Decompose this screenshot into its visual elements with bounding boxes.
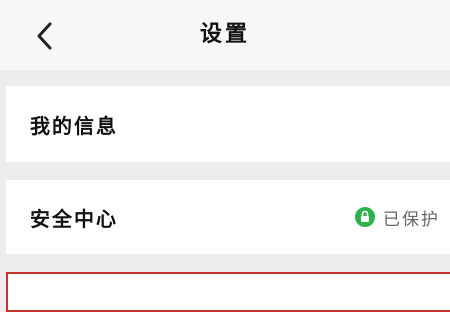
top-bar: 设置 xyxy=(0,0,450,70)
status-text: 已保护 xyxy=(383,209,440,230)
settings-item-security-center[interactable]: 安全中心 已保护 xyxy=(6,180,450,254)
settings-item-label: 我的信息 xyxy=(30,113,118,138)
settings-item-label: 安全中心 xyxy=(30,206,118,231)
settings-item-my-info[interactable]: 我的信息 xyxy=(6,86,450,162)
settings-item-highlighted[interactable] xyxy=(6,272,450,312)
security-status: 已保护 xyxy=(355,180,440,254)
page-title: 设置 xyxy=(199,22,250,47)
lock-icon xyxy=(355,207,375,227)
